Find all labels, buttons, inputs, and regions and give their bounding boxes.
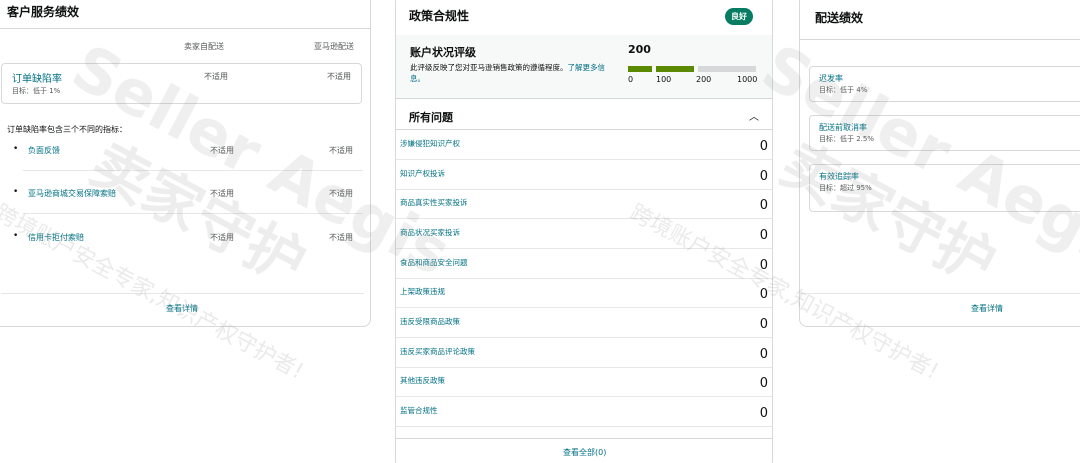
chevron-up-icon[interactable]: ︿ (749, 108, 759, 123)
late-shipment-link[interactable]: 迟发率 (819, 73, 843, 84)
late-shipment-target: 目标：低于 4% (819, 86, 868, 94)
issue-link[interactable]: 违反买家商品评论政策 (400, 346, 475, 357)
issue-link[interactable]: 商品真实性买家投诉 (400, 197, 468, 208)
view-details-link[interactable]: 查看详情 (971, 303, 1003, 314)
metric-row-a-to-z: • 亚马逊商城交易保障索赔 不适用 不适用 (7, 187, 367, 201)
rating-bar-segment-2 (656, 66, 694, 72)
view-all-link[interactable]: 查看全部(0) (563, 447, 606, 458)
policy-compliance-title: 政策合规性 (396, 0, 772, 36)
ahr-title: 账户状况评级 (410, 46, 476, 59)
late-shipment-box: 迟发率 目标：低于 4% (809, 66, 1080, 102)
issue-count: 0 (759, 347, 768, 362)
issue-count: 0 (759, 169, 768, 184)
chargeback-claims-link[interactable]: 信用卡拒付索赔 (28, 232, 84, 243)
issue-count: 0 (759, 139, 768, 154)
bullet-icon: • (13, 144, 19, 154)
column-header-afn: 亚马逊配送 (314, 42, 354, 51)
cancellation-rate-target: 目标：低于 2.5% (819, 135, 875, 143)
issue-link[interactable]: 上架政策违规 (400, 286, 445, 297)
rating-bar-segment-3 (698, 66, 756, 72)
account-health-rating-section: 账户状况评级 此评级反映了您对亚马逊销售政策的遵循程度。了解更多信息。 200 … (396, 35, 772, 99)
issue-row: 其他违反政策 0 (396, 367, 772, 397)
odr-target: 目标：低于 1% (12, 87, 61, 95)
negative-feedback-link[interactable]: 负面反馈 (28, 145, 60, 156)
issue-row: 涉嫌侵犯知识产权 0 (396, 130, 772, 160)
valid-tracking-box: 有效追踪率 目标：超过 95% (809, 164, 1080, 212)
ahr-description: 此评级反映了您对亚马逊销售政策的遵循程度。了解更多信息。 (410, 62, 615, 84)
odr-link[interactable]: 订单缺陷率 (12, 70, 62, 85)
issue-link[interactable]: 商品状况买家投诉 (400, 227, 460, 238)
a-to-z-claims-mfn: 不适用 (210, 189, 234, 198)
cancellation-rate-box: 配送前取消率 目标：低于 2.5% (809, 115, 1080, 151)
chargeback-claims-afn: 不适用 (329, 233, 353, 242)
issue-row: 违反受限商品政策 0 (396, 308, 772, 338)
negative-feedback-mfn: 不适用 (210, 146, 234, 155)
shipping-performance-card: 配送绩效 迟发率 目标：低于 4% 配送前取消率 目标：低于 2.5% 有效追踪… (799, 0, 1080, 327)
issue-row: 违反买家商品评论政策 0 (396, 338, 772, 368)
issue-row: 食品和商品安全问题 0 (396, 249, 772, 279)
footer-divider (800, 293, 1080, 294)
issue-link[interactable]: 食品和商品安全问题 (400, 257, 468, 268)
a-to-z-claims-link[interactable]: 亚马逊商城交易保障索赔 (28, 188, 116, 199)
issue-count: 0 (759, 376, 768, 391)
metric-row-negative-feedback: • 负面反馈 不适用 不适用 (7, 144, 367, 158)
row-divider (23, 170, 363, 171)
row-divider (23, 213, 363, 214)
issue-count: 0 (759, 228, 768, 243)
issue-link[interactable]: 知识产权投诉 (400, 168, 445, 179)
issue-count: 0 (759, 406, 768, 421)
valid-tracking-link[interactable]: 有效追踪率 (819, 171, 859, 182)
rating-tick-200: 200 (696, 75, 712, 84)
metric-row-chargeback: • 信用卡拒付索赔 不适用 不适用 (7, 231, 367, 245)
cancellation-rate-link[interactable]: 配送前取消率 (819, 122, 867, 133)
footer-divider (1, 293, 364, 294)
issue-row: 商品真实性买家投诉 0 (396, 189, 772, 219)
bullet-icon: • (13, 187, 19, 197)
odr-value-mfn: 不适用 (204, 72, 228, 81)
issue-count: 0 (759, 317, 768, 332)
issue-count: 0 (759, 287, 768, 302)
a-to-z-claims-afn: 不适用 (329, 189, 353, 198)
issue-row: 商品状况买家投诉 0 (396, 219, 772, 249)
issue-row: 知识产权投诉 0 (396, 160, 772, 190)
issue-link[interactable]: 违反受限商品政策 (400, 316, 460, 327)
odr-summary-box: 订单缺陷率 目标：低于 1% 不适用 不适用 (1, 63, 362, 104)
issue-count: 0 (759, 258, 768, 273)
all-issues-header[interactable]: 所有问题 ︿ (396, 99, 772, 130)
all-issues-title: 所有问题 (409, 111, 453, 124)
negative-feedback-afn: 不适用 (329, 146, 353, 155)
rating-tick-1000: 1000 (737, 75, 758, 84)
issue-link[interactable]: 其他违反政策 (400, 375, 445, 386)
ahr-score: 200 (628, 43, 651, 56)
issue-link[interactable]: 涉嫌侵犯知识产权 (400, 138, 460, 149)
chargeback-claims-mfn: 不适用 (210, 233, 234, 242)
view-details-link[interactable]: 查看详情 (166, 303, 198, 314)
issue-count: 0 (759, 198, 768, 213)
customer-service-card: 客户服务绩效 卖家自配送 亚马逊配送 订单缺陷率 目标：低于 1% 不适用 不适… (0, 0, 371, 327)
bullet-icon: • (13, 231, 19, 241)
rating-tick-100: 100 (656, 75, 672, 84)
issue-row: 监管合规性 0 (396, 397, 772, 427)
rating-bar-segment-1 (628, 66, 652, 72)
policy-compliance-card: 政策合规性 良好 账户状况评级 此评级反映了您对亚马逊销售政策的遵循程度。了解更… (395, 0, 773, 463)
odr-description: 订单缺陷率包含三个不同的指标： (7, 125, 127, 134)
column-header-mfn: 卖家自配送 (184, 42, 224, 51)
shipping-performance-title: 配送绩效 (800, 0, 1080, 40)
status-badge: 良好 (725, 8, 753, 25)
issue-link[interactable]: 监管合规性 (400, 405, 438, 416)
valid-tracking-target: 目标：超过 95% (819, 184, 872, 192)
issue-row: 上架政策违规 0 (396, 278, 772, 308)
odr-value-afn: 不适用 (327, 72, 351, 81)
ahr-description-text: 此评级反映了您对亚马逊销售政策的遵循程度。 (410, 63, 568, 72)
customer-service-title: 客户服务绩效 (0, 0, 370, 29)
rating-tick-0: 0 (628, 75, 634, 84)
footer-divider (396, 438, 772, 439)
